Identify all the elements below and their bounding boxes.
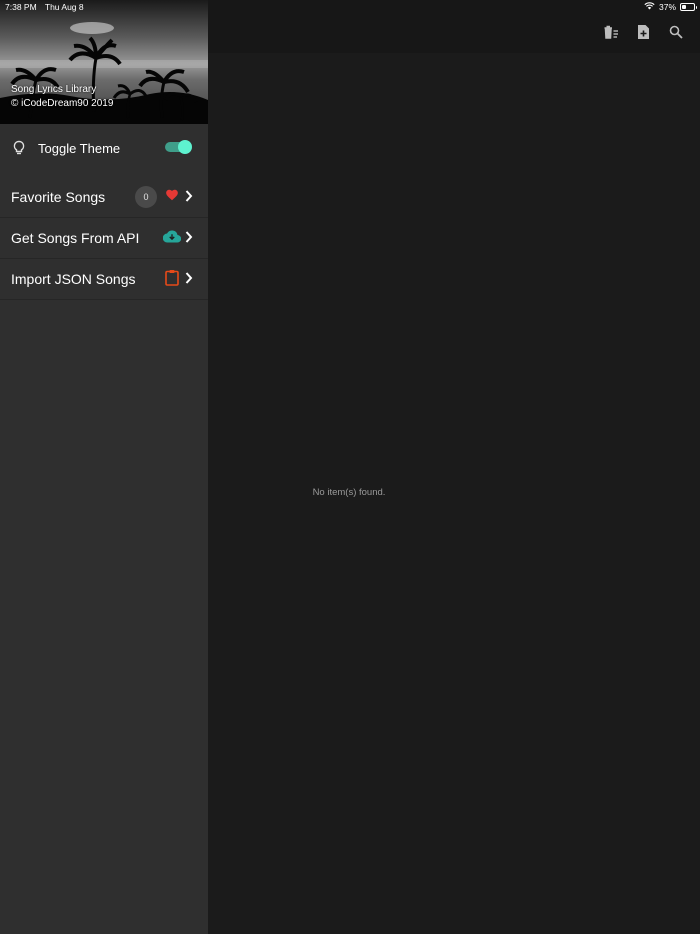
battery-icon — [680, 3, 697, 11]
battery-percent: 37% — [658, 2, 676, 12]
chevron-right-icon — [185, 189, 193, 208]
toggle-theme-row[interactable]: Toggle Theme — [0, 128, 208, 170]
add-file-icon[interactable] — [637, 24, 650, 45]
battery-level — [682, 5, 686, 9]
status-bar: 7:38 PM Thu Aug 8 37% — [0, 0, 700, 14]
menu-item-label: Favorite Songs — [11, 189, 106, 205]
copyright-text: © iCodeDream90 2019 — [11, 98, 114, 109]
status-time: 7:38 PM — [5, 2, 37, 12]
theme-switch[interactable] — [165, 140, 192, 154]
toggle-theme-label: Toggle Theme — [38, 141, 121, 156]
app-title: Song Lyrics Library — [11, 84, 97, 95]
menu-item-label: Import JSON Songs — [11, 271, 136, 287]
drawer-header: Song Lyrics Library © iCodeDream90 2019 — [0, 0, 208, 124]
favorites-count-badge: 0 — [135, 186, 157, 208]
heart-icon — [165, 188, 179, 207]
status-date: Thu Aug 8 — [44, 2, 84, 12]
wifi-icon — [644, 2, 655, 12]
delete-all-icon[interactable] — [603, 25, 619, 44]
lightbulb-icon — [12, 140, 26, 161]
menu-item-favorite-songs[interactable]: Favorite Songs 0 — [0, 177, 208, 218]
clipboard-icon — [165, 269, 179, 291]
cloud-download-icon — [162, 230, 182, 248]
search-icon[interactable] — [669, 25, 683, 44]
menu-item-label: Get Songs From API — [11, 230, 140, 246]
chevron-right-icon — [185, 271, 193, 290]
menu-item-import-json[interactable]: Import JSON Songs — [0, 259, 208, 300]
chevron-right-icon — [185, 230, 193, 249]
empty-state-message: No item(s) found. — [312, 487, 386, 498]
menu-item-get-songs-api[interactable]: Get Songs From API — [0, 218, 208, 259]
switch-knob — [178, 140, 192, 154]
navigation-drawer: Song Lyrics Library © iCodeDream90 2019 … — [0, 0, 208, 934]
